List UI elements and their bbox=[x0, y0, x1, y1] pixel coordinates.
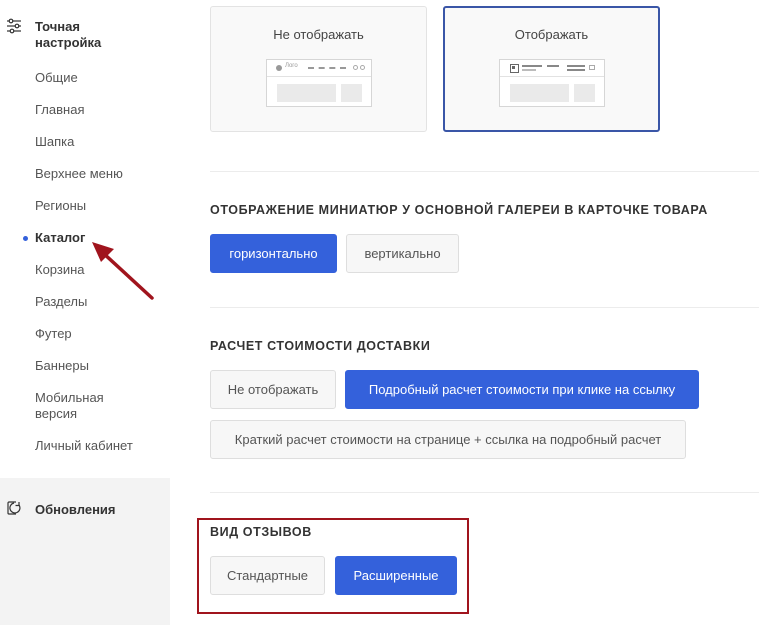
preview-logo-text: Лого bbox=[285, 63, 298, 69]
sidebar-item-label: Личный кабинет bbox=[35, 438, 133, 453]
sidebar-item-label: Мобильная версия bbox=[35, 390, 104, 421]
preview-logo-icon-dot bbox=[512, 66, 515, 69]
annotation-arrow bbox=[92, 242, 154, 300]
section-divider bbox=[210, 492, 759, 493]
preview-line bbox=[522, 69, 536, 71]
sidebar-item-label: Верхнее меню bbox=[35, 166, 123, 181]
delivery-short-button[interactable]: Краткий расчет стоимости на странице + с… bbox=[210, 420, 686, 459]
delivery-hide-button[interactable]: Не отображать bbox=[210, 370, 336, 409]
sidebar-item-label: Корзина bbox=[35, 262, 85, 277]
sliders-icon bbox=[7, 18, 21, 34]
section-divider bbox=[210, 171, 759, 172]
preview-content-block bbox=[574, 84, 595, 102]
preview-content-block bbox=[277, 84, 336, 102]
updates-label: Обновления bbox=[35, 502, 116, 517]
thumbnails-vertical-button[interactable]: вертикально bbox=[346, 234, 459, 273]
sidebar-item-label: Разделы bbox=[35, 294, 88, 309]
sidebar-item-home[interactable]: Главная bbox=[0, 102, 170, 118]
option-card-label: Не отображать bbox=[273, 27, 364, 42]
preview-header-bar bbox=[500, 60, 604, 77]
preview-line bbox=[567, 69, 585, 71]
sidebar-header-title: Точная настройка bbox=[35, 19, 102, 50]
preview-content-block bbox=[510, 84, 569, 102]
preview-box-icon bbox=[589, 65, 595, 70]
preview-line bbox=[567, 65, 585, 67]
sidebar-item-header[interactable]: Шапка bbox=[0, 134, 170, 150]
sidebar-item-banners[interactable]: Баннеры bbox=[0, 358, 170, 374]
preview-circle-icon bbox=[353, 65, 358, 70]
sidebar-item-label: Регионы bbox=[35, 198, 87, 213]
preview-line bbox=[522, 65, 542, 67]
sidebar-item-label: Баннеры bbox=[35, 358, 89, 373]
preview-logo-dot bbox=[276, 65, 282, 71]
settings-sidebar: Точная настройка Общие Главная Шапка Вер… bbox=[0, 0, 170, 625]
thumbnails-horizontal-button[interactable]: горизонтально bbox=[210, 234, 337, 273]
option-card-show[interactable]: Отображать bbox=[443, 6, 660, 132]
sidebar-item-general[interactable]: Общие bbox=[0, 70, 170, 86]
option-preview-show bbox=[499, 59, 605, 107]
preview-circle-icon bbox=[360, 65, 365, 70]
sidebar-updates[interactable]: Обновления bbox=[0, 478, 170, 625]
annotation-highlight-box bbox=[197, 518, 469, 614]
preview-menu-line bbox=[308, 67, 346, 69]
delivery-section-title: РАСЧЕТ СТОИМОСТИ ДОСТАВКИ bbox=[210, 339, 431, 353]
delivery-detailed-button[interactable]: Подробный расчет стоимости при клике на … bbox=[345, 370, 699, 409]
sidebar-item-account[interactable]: Личный кабинет bbox=[0, 438, 170, 454]
option-preview-hide: Лого bbox=[266, 59, 372, 107]
preview-line bbox=[547, 65, 559, 67]
preview-content-block bbox=[341, 84, 362, 102]
sidebar-item-label: Футер bbox=[35, 326, 72, 341]
section-divider bbox=[210, 307, 759, 308]
option-card-label: Отображать bbox=[514, 27, 589, 42]
updates-icon bbox=[7, 501, 21, 515]
option-card-hide[interactable]: Не отображать Лого bbox=[210, 6, 427, 132]
sidebar-item-regions[interactable]: Регионы bbox=[0, 198, 170, 214]
active-indicator-dot bbox=[23, 236, 28, 241]
sidebar-item-label: Шапка bbox=[35, 134, 75, 149]
sidebar-item-top-menu[interactable]: Верхнее меню bbox=[0, 166, 170, 182]
sidebar-item-label: Общие bbox=[35, 70, 78, 85]
preview-header-bar: Лого bbox=[267, 60, 371, 77]
sidebar-item-mobile[interactable]: Мобильная версия bbox=[0, 390, 118, 422]
sidebar-item-label: Каталог bbox=[35, 230, 86, 245]
thumbnails-section-title: ОТОБРАЖЕНИЕ МИНИАТЮР У ОСНОВНОЙ ГАЛЕРЕИ … bbox=[210, 203, 708, 217]
sidebar-item-footer[interactable]: Футер bbox=[0, 326, 170, 342]
sidebar-item-label: Главная bbox=[35, 102, 85, 117]
